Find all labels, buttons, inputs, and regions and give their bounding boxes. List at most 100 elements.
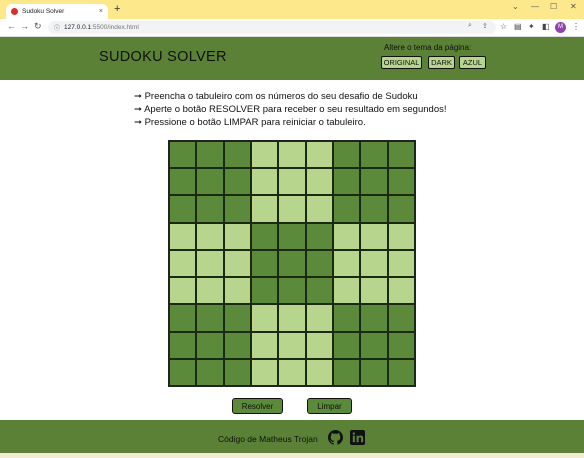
sudoku-cell[interactable] xyxy=(223,304,251,332)
sudoku-cell[interactable] xyxy=(278,249,306,278)
sudoku-cell[interactable] xyxy=(360,277,388,305)
sudoku-cell[interactable] xyxy=(278,277,306,305)
sudoku-cell[interactable] xyxy=(278,195,306,223)
sudoku-cell[interactable] xyxy=(387,222,415,250)
sudoku-cell[interactable] xyxy=(333,222,361,250)
sudoku-cell[interactable] xyxy=(251,222,279,250)
sudoku-cell[interactable] xyxy=(333,168,361,196)
sudoku-cell[interactable] xyxy=(333,141,361,169)
sudoku-cell[interactable] xyxy=(196,277,224,305)
sudoku-cell[interactable] xyxy=(223,331,251,359)
sudoku-cell[interactable] xyxy=(169,304,197,332)
clear-button[interactable]: Limpar xyxy=(307,398,352,414)
sudoku-cell[interactable] xyxy=(305,168,333,196)
sudoku-cell[interactable] xyxy=(333,304,361,332)
site-info-icon[interactable]: ⓘ xyxy=(54,23,60,32)
sudoku-cell[interactable] xyxy=(305,358,333,386)
sudoku-cell[interactable] xyxy=(223,277,251,305)
sudoku-cell[interactable] xyxy=(278,331,306,359)
back-button[interactable]: ← xyxy=(7,21,16,31)
address-bar[interactable]: ⓘ 127.0.0.1:5500/index.html ⌕ ⇪ xyxy=(48,21,496,34)
sudoku-cell[interactable] xyxy=(169,277,197,305)
sudoku-cell[interactable] xyxy=(387,249,415,278)
sudoku-cell[interactable] xyxy=(223,358,251,386)
sudoku-cell[interactable] xyxy=(169,141,197,169)
sudoku-cell[interactable] xyxy=(169,195,197,223)
sudoku-cell[interactable] xyxy=(360,168,388,196)
sudoku-cell[interactable] xyxy=(305,222,333,250)
extensions-icon[interactable]: ✦ xyxy=(528,22,535,31)
solve-button[interactable]: Resolver xyxy=(232,398,283,414)
sudoku-cell[interactable] xyxy=(196,168,224,196)
sudoku-cell[interactable] xyxy=(360,249,388,278)
sudoku-cell[interactable] xyxy=(305,141,333,169)
sudoku-cell[interactable] xyxy=(251,304,279,332)
reload-button[interactable]: ↻ xyxy=(34,21,42,32)
sudoku-cell[interactable] xyxy=(333,195,361,223)
sudoku-cell[interactable] xyxy=(169,249,197,278)
sudoku-cell[interactable] xyxy=(333,249,361,278)
sudoku-cell[interactable] xyxy=(305,277,333,305)
sudoku-cell[interactable] xyxy=(251,168,279,196)
sudoku-cell[interactable] xyxy=(251,358,279,386)
tab-search-icon[interactable]: ⌄ xyxy=(512,2,519,11)
profile-avatar[interactable]: M xyxy=(555,22,566,33)
sudoku-cell[interactable] xyxy=(360,195,388,223)
tab-close-icon[interactable]: × xyxy=(99,8,103,15)
theme-dark-button[interactable]: DARK xyxy=(428,56,455,69)
sudoku-cell[interactable] xyxy=(387,168,415,196)
sudoku-cell[interactable] xyxy=(196,358,224,386)
theme-azul-button[interactable]: AZUL xyxy=(459,56,486,69)
theme-original-button[interactable]: ORIGINAL xyxy=(381,56,422,69)
sudoku-cell[interactable] xyxy=(196,141,224,169)
sudoku-cell[interactable] xyxy=(305,331,333,359)
sudoku-cell[interactable] xyxy=(278,358,306,386)
sudoku-cell[interactable] xyxy=(360,141,388,169)
bookmark-star-icon[interactable]: ☆ xyxy=(500,22,507,31)
sudoku-cell[interactable] xyxy=(196,222,224,250)
reader-icon[interactable]: ▤ xyxy=(514,22,522,31)
sudoku-cell[interactable] xyxy=(305,195,333,223)
sudoku-cell[interactable] xyxy=(360,304,388,332)
sudoku-cell[interactable] xyxy=(333,358,361,386)
sudoku-cell[interactable] xyxy=(169,358,197,386)
sudoku-cell[interactable] xyxy=(196,195,224,223)
browser-tab[interactable]: Sudoku Solver × xyxy=(6,4,108,19)
sudoku-cell[interactable] xyxy=(387,141,415,169)
sudoku-cell[interactable] xyxy=(223,168,251,196)
sudoku-cell[interactable] xyxy=(387,277,415,305)
sudoku-cell[interactable] xyxy=(387,304,415,332)
sudoku-cell[interactable] xyxy=(360,331,388,359)
sudoku-cell[interactable] xyxy=(278,168,306,196)
sudoku-cell[interactable] xyxy=(251,195,279,223)
sudoku-cell[interactable] xyxy=(360,222,388,250)
sudoku-cell[interactable] xyxy=(169,331,197,359)
zoom-icon[interactable]: ⌕ xyxy=(468,22,472,30)
sudoku-cell[interactable] xyxy=(251,141,279,169)
sudoku-cell[interactable] xyxy=(278,222,306,250)
minimize-button[interactable]: — xyxy=(531,2,539,11)
menu-icon[interactable]: ⋮ xyxy=(572,22,580,31)
new-tab-button[interactable]: + xyxy=(114,3,120,15)
maximize-button[interactable]: ☐ xyxy=(550,2,557,11)
close-window-button[interactable]: ✕ xyxy=(570,2,577,11)
sudoku-cell[interactable] xyxy=(333,331,361,359)
sudoku-cell[interactable] xyxy=(223,195,251,223)
github-icon[interactable] xyxy=(328,430,343,445)
sudoku-cell[interactable] xyxy=(278,141,306,169)
sudoku-cell[interactable] xyxy=(333,277,361,305)
sudoku-cell[interactable] xyxy=(387,331,415,359)
sudoku-cell[interactable] xyxy=(387,195,415,223)
sudoku-cell[interactable] xyxy=(251,249,279,278)
sudoku-cell[interactable] xyxy=(196,249,224,278)
sudoku-cell[interactable] xyxy=(169,168,197,196)
sudoku-cell[interactable] xyxy=(223,141,251,169)
sudoku-cell[interactable] xyxy=(360,358,388,386)
sudoku-cell[interactable] xyxy=(278,304,306,332)
sudoku-cell[interactable] xyxy=(251,277,279,305)
share-icon[interactable]: ⇪ xyxy=(482,22,488,30)
sudoku-cell[interactable] xyxy=(305,249,333,278)
side-panel-icon[interactable]: ◧ xyxy=(542,22,550,31)
linkedin-icon[interactable] xyxy=(350,430,365,445)
forward-button[interactable]: → xyxy=(20,21,29,31)
